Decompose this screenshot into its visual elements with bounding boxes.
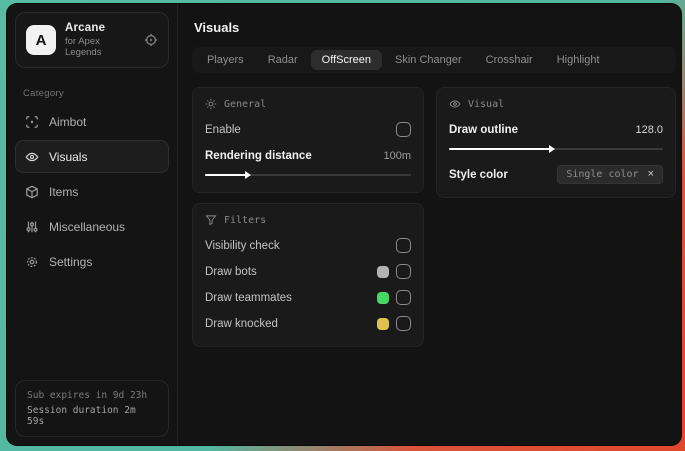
draw-knocked-checkbox[interactable] <box>396 316 411 331</box>
rendering-distance-label: Rendering distance <box>205 149 312 162</box>
filters-panel-header: Filters <box>205 214 411 226</box>
sidebar-item-aimbot[interactable]: Aimbot <box>15 105 169 138</box>
draw-teammates-color-swatch[interactable] <box>377 291 389 304</box>
style-color-label: Style color <box>449 168 508 181</box>
visual-panel: Visual Draw outline 128.0 Style color Si… <box>436 87 676 198</box>
session-duration-text: Session duration 2m 59s <box>27 405 136 427</box>
general-panel: General Enable Rendering distance 100m <box>192 87 424 193</box>
sun-gear-icon <box>205 98 217 110</box>
sidebar-item-label: Visuals <box>49 149 88 164</box>
gear-icon <box>25 255 39 269</box>
general-panel-header: General <box>205 98 411 110</box>
session-info: Sub expires in 9d 23h Session duration 2… <box>15 380 169 437</box>
style-color-row: Style color Single color × <box>449 164 663 185</box>
funnel-icon <box>205 214 217 226</box>
visibility-check-label: Visibility check <box>205 239 280 252</box>
tab-skin-changer[interactable]: Skin Changer <box>384 50 473 70</box>
crosshair-icon <box>25 115 39 129</box>
target-icon[interactable] <box>144 33 158 47</box>
visual-panel-header: Visual <box>449 98 663 110</box>
main-content: Visuals Players Radar OffScreen Skin Cha… <box>178 4 681 445</box>
enable-label: Enable <box>205 123 241 136</box>
sidebar-item-label: Miscellaneous <box>49 219 126 234</box>
sidebar-nav: Aimbot Visuals Items Miscellaneous Setti… <box>7 105 177 278</box>
draw-bots-checkbox[interactable] <box>396 264 411 279</box>
page-title: Visuals <box>194 20 240 35</box>
draw-bots-color-swatch[interactable] <box>377 265 389 278</box>
slider-thumb[interactable] <box>548 145 555 153</box>
tab-players[interactable]: Players <box>196 50 255 70</box>
slider-fill <box>205 174 247 176</box>
draw-outline-value: 128.0 <box>635 123 663 136</box>
sidebar-item-miscellaneous[interactable]: Miscellaneous <box>15 210 169 243</box>
tab-highlight[interactable]: Highlight <box>546 50 611 70</box>
general-panel-title: General <box>224 98 267 110</box>
draw-outline-row: Draw outline 128.0 <box>449 119 663 140</box>
brand-subtitle: for Apex Legends <box>65 36 102 58</box>
draw-teammates-checkbox[interactable] <box>396 290 411 305</box>
eye-icon <box>25 150 39 164</box>
draw-outline-slider[interactable] <box>449 144 663 154</box>
filters-panel-title: Filters <box>224 214 267 226</box>
style-color-select[interactable]: Single color × <box>557 165 663 184</box>
sidebar-item-label: Aimbot <box>49 114 87 129</box>
sidebar: A Arcane for Apex Legends Category Aimbo… <box>7 4 178 445</box>
sidebar-item-label: Items <box>49 184 79 199</box>
sliders-icon <box>25 220 39 234</box>
rendering-distance-value: 100m <box>383 149 411 162</box>
sub-expires-text: Sub expires in 9d 23h <box>27 390 148 401</box>
draw-bots-label: Draw bots <box>205 265 257 278</box>
sidebar-item-items[interactable]: Items <box>15 175 169 208</box>
package-icon <box>25 185 39 199</box>
enable-checkbox[interactable] <box>396 122 411 137</box>
enable-row: Enable <box>205 119 411 140</box>
draw-bots-row: Draw bots <box>205 261 411 282</box>
rendering-distance-slider[interactable] <box>205 170 411 180</box>
category-label: Category <box>23 88 64 99</box>
tab-crosshair[interactable]: Crosshair <box>475 50 544 70</box>
draw-teammates-label: Draw teammates <box>205 291 292 304</box>
slider-fill <box>449 148 550 150</box>
visibility-check-row: Visibility check <box>205 235 411 256</box>
brand-logo: A <box>26 25 56 55</box>
visual-panel-title: Visual <box>468 98 505 110</box>
rendering-distance-row: Rendering distance 100m <box>205 145 411 166</box>
visibility-check-checkbox[interactable] <box>396 238 411 253</box>
filters-panel: Filters Visibility check Draw bots Draw … <box>192 203 424 347</box>
tab-offscreen[interactable]: OffScreen <box>310 50 382 70</box>
draw-knocked-label: Draw knocked <box>205 317 278 330</box>
tab-bar: Players Radar OffScreen Skin Changer Cro… <box>192 47 676 73</box>
app-window: A Arcane for Apex Legends Category Aimbo… <box>7 4 681 445</box>
sidebar-item-settings[interactable]: Settings <box>15 245 169 278</box>
clear-icon[interactable]: × <box>648 169 654 180</box>
slider-thumb[interactable] <box>245 171 252 179</box>
draw-knocked-color-swatch[interactable] <box>377 317 389 330</box>
draw-outline-label: Draw outline <box>449 123 519 136</box>
brand-name: Arcane <box>65 22 106 34</box>
eye-icon <box>449 98 461 110</box>
sidebar-item-label: Settings <box>49 254 93 269</box>
draw-teammates-row: Draw teammates <box>205 287 411 308</box>
brand-header: A Arcane for Apex Legends <box>15 12 169 68</box>
style-color-value: Single color <box>566 169 639 180</box>
tab-radar[interactable]: Radar <box>257 50 309 70</box>
draw-knocked-row: Draw knocked <box>205 313 411 334</box>
brand-text: Arcane for Apex Legends <box>65 22 135 58</box>
sidebar-item-visuals[interactable]: Visuals <box>15 140 169 173</box>
